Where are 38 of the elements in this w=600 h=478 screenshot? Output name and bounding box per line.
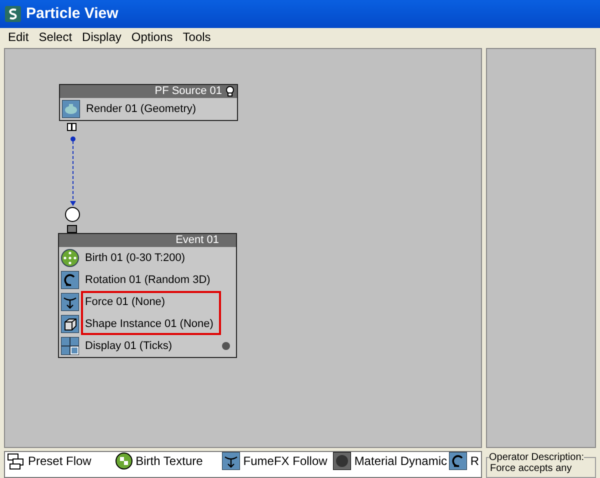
depot-item[interactable]: R (470, 452, 479, 470)
output-dot-icon[interactable] (222, 342, 230, 350)
cube-icon (61, 315, 79, 333)
app-icon (4, 5, 22, 23)
output-socket-icon[interactable] (67, 123, 77, 131)
operator-label[interactable]: Force 01 (None) (85, 294, 166, 310)
depot-item[interactable]: FumeFX Follow (243, 452, 328, 470)
node-title: PF Source 01 (154, 85, 222, 98)
rotation-icon (449, 452, 468, 470)
operator-label[interactable]: Render 01 (Geometry) (86, 100, 196, 118)
grid-icon (61, 337, 79, 355)
funnel-icon (61, 293, 79, 311)
teapot-icon (62, 100, 80, 118)
depot-item[interactable]: Preset Flow (28, 452, 92, 470)
group-label: Operator Description: (489, 452, 584, 463)
light-bulb-icon[interactable] (225, 86, 235, 97)
operator-label[interactable]: Display 01 (Ticks) (85, 338, 172, 354)
menu-item[interactable]: Display (78, 28, 126, 46)
operator-label[interactable]: Rotation 01 (Random 3D) (85, 272, 210, 288)
input-socket (64, 206, 81, 223)
menu-item[interactable]: Tools (178, 28, 215, 46)
depot-item[interactable]: Material Dynamic (354, 452, 448, 470)
input-socket-icon[interactable] (67, 225, 77, 233)
window-title: Particle View (26, 4, 118, 24)
node-title: Event 01 (176, 234, 219, 247)
menu-item[interactable]: Options (127, 28, 177, 46)
operator-label[interactable]: Birth 01 (0-30 T:200) (85, 250, 186, 266)
funnel-icon (222, 452, 240, 470)
node-panel[interactable]: Event 01 Birth 01 (0-30 T:200) Rotation 01 (Random 3D) Force 01 (None) Shape Instance 01 (None) Display 01 (Ticks) (58, 233, 237, 358)
menu-item[interactable]: Select (34, 28, 76, 46)
dot-icon (61, 249, 79, 267)
menu-item[interactable]: Edit (4, 28, 33, 46)
depot-item[interactable]: Birth Texture (136, 452, 203, 470)
operator-description: Force accepts any (490, 463, 573, 474)
rotation-icon (61, 271, 79, 289)
operator-label[interactable]: Shape Instance 01 (None) (85, 316, 214, 332)
sphere-icon (333, 452, 352, 470)
node-panel[interactable]: PF Source 01 Render 01 (Geometry) (59, 84, 238, 121)
